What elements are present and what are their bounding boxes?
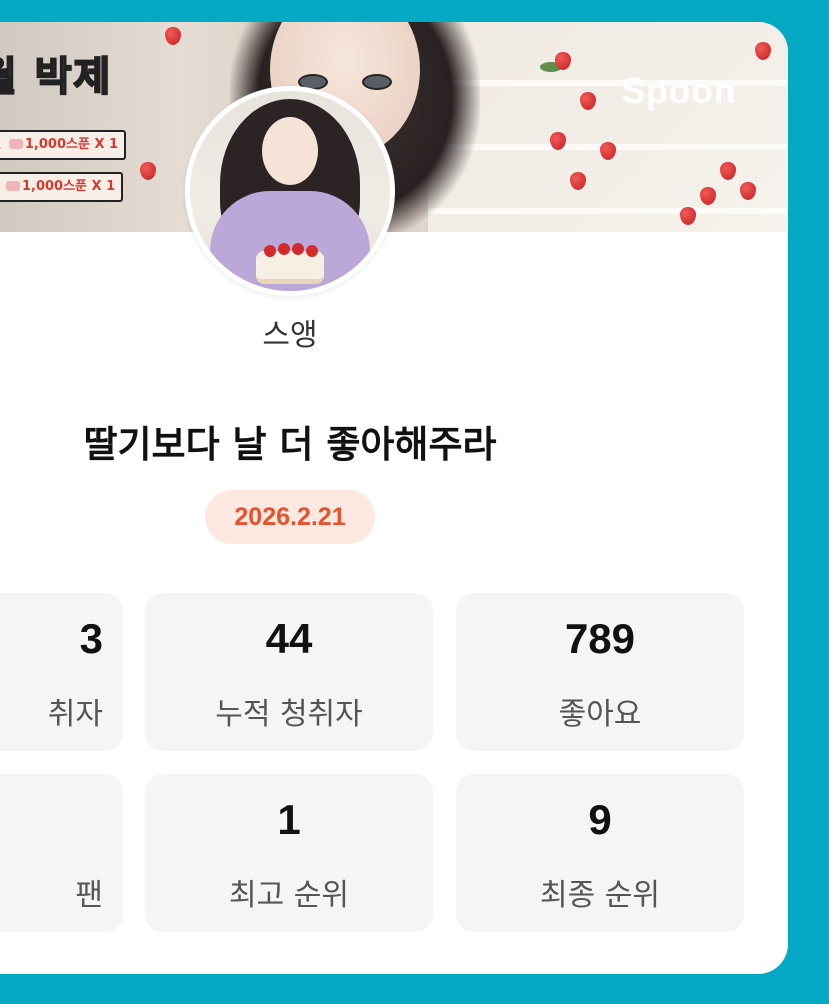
spoon-logo: Spoon — [621, 70, 736, 111]
avatar-image — [190, 91, 390, 291]
reward-text: 1,000스푼 X 1 — [21, 179, 116, 194]
broadcast-title: 딸기보다 날 더 좋아해주라 — [83, 423, 497, 466]
stat-value: 9 — [588, 796, 612, 843]
banner-shelf — [428, 22, 788, 232]
spoon-coin-icon — [5, 181, 20, 191]
stat-card-final-rank: 9 최종 순위 — [456, 774, 744, 932]
cake-strawberry — [306, 245, 318, 257]
cake-strawberry — [278, 243, 290, 255]
banner-strawberry — [140, 162, 156, 180]
reward-badge: IX 1,000스푼 X 1 — [0, 130, 127, 160]
spoon-coin-icon — [8, 139, 23, 149]
stat-label: 최고 순위 — [229, 878, 349, 913]
promo-title: 월 박제 — [0, 53, 113, 101]
stat-label: 최종 순위 — [540, 878, 660, 913]
avatar-face — [262, 117, 318, 185]
stat-label: 팬 — [75, 878, 103, 913]
reward-badge: 네1,000스푼 X 1 — [0, 172, 124, 202]
stat-card-listeners: 3 취자 — [0, 593, 123, 751]
stat-value: 44 — [265, 615, 313, 662]
stat-label: 취자 — [47, 697, 103, 732]
stat-card-total-listeners: 44 누적 청취자 — [145, 593, 433, 751]
stat-card-likes: 789 좋아요 — [456, 593, 744, 751]
avatar-cake — [256, 243, 324, 284]
cake-strawberry — [292, 243, 304, 255]
stat-value: 3 — [79, 615, 103, 662]
broadcast-date-badge: 2026.2.21 — [205, 490, 375, 544]
reward-text: 1,000스푼 X 1 — [24, 137, 119, 152]
stat-value: 789 — [564, 615, 636, 662]
reward-prefix: IX — [0, 137, 1, 152]
cake-strawberry — [264, 245, 276, 257]
stat-label: 누적 청취자 — [215, 697, 363, 732]
broadcast-summary-card: 월 박제 IX 1,000스푼 X 1 네1,000스푼 X 1 Spoon 스앵… — [0, 22, 788, 974]
avatar[interactable] — [185, 86, 395, 296]
banner-eye — [362, 74, 392, 90]
stat-label: 좋아요 — [558, 697, 642, 732]
dj-nickname: 스앵 — [262, 318, 318, 353]
stat-card-fans: 팬 — [0, 774, 123, 932]
banner-strawberry — [165, 27, 181, 45]
stat-value: 1 — [277, 796, 301, 843]
stat-card-best-rank: 1 최고 순위 — [145, 774, 433, 932]
